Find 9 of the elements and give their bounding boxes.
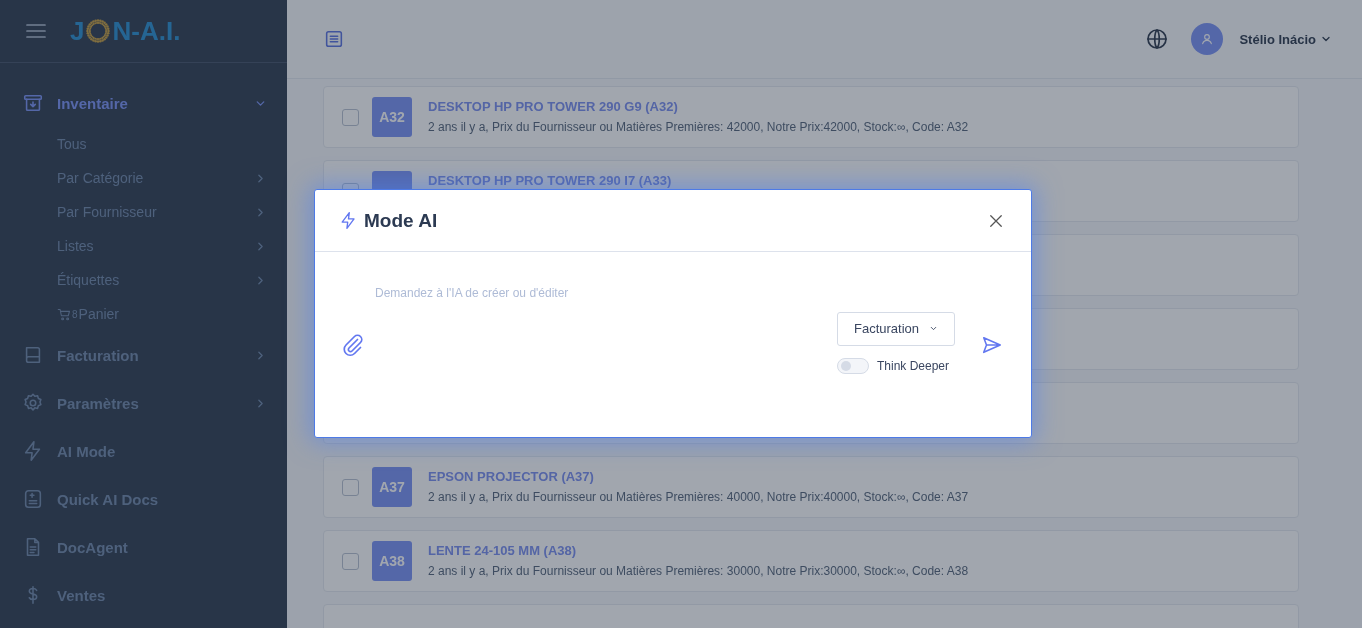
logo: J N-A.I.: [70, 15, 181, 47]
modal-title: Mode AI: [364, 209, 438, 232]
code-badge: A32: [372, 97, 412, 137]
product-details: 2 ans il y a, Prix du Fournisseur ou Matières Premières: 40000, Notre Prix:40000, Stock:∞, Code: A37: [428, 490, 969, 504]
toggle-label: Think Deeper: [877, 358, 950, 373]
code-badge: A38: [372, 541, 412, 581]
product-details: 2 ans il y a, Prix du Fournisseur ou Matières Premières: 42000, Notre Prix:42000, Stock:∞, Code: A32: [428, 120, 969, 134]
code-badge: A37: [372, 467, 412, 507]
product-details: 2 ans il y a, Prix du Fournisseur ou Matières Premières: 30000, Notre Prix:30000, Stock:∞, Code: A38: [428, 564, 969, 578]
